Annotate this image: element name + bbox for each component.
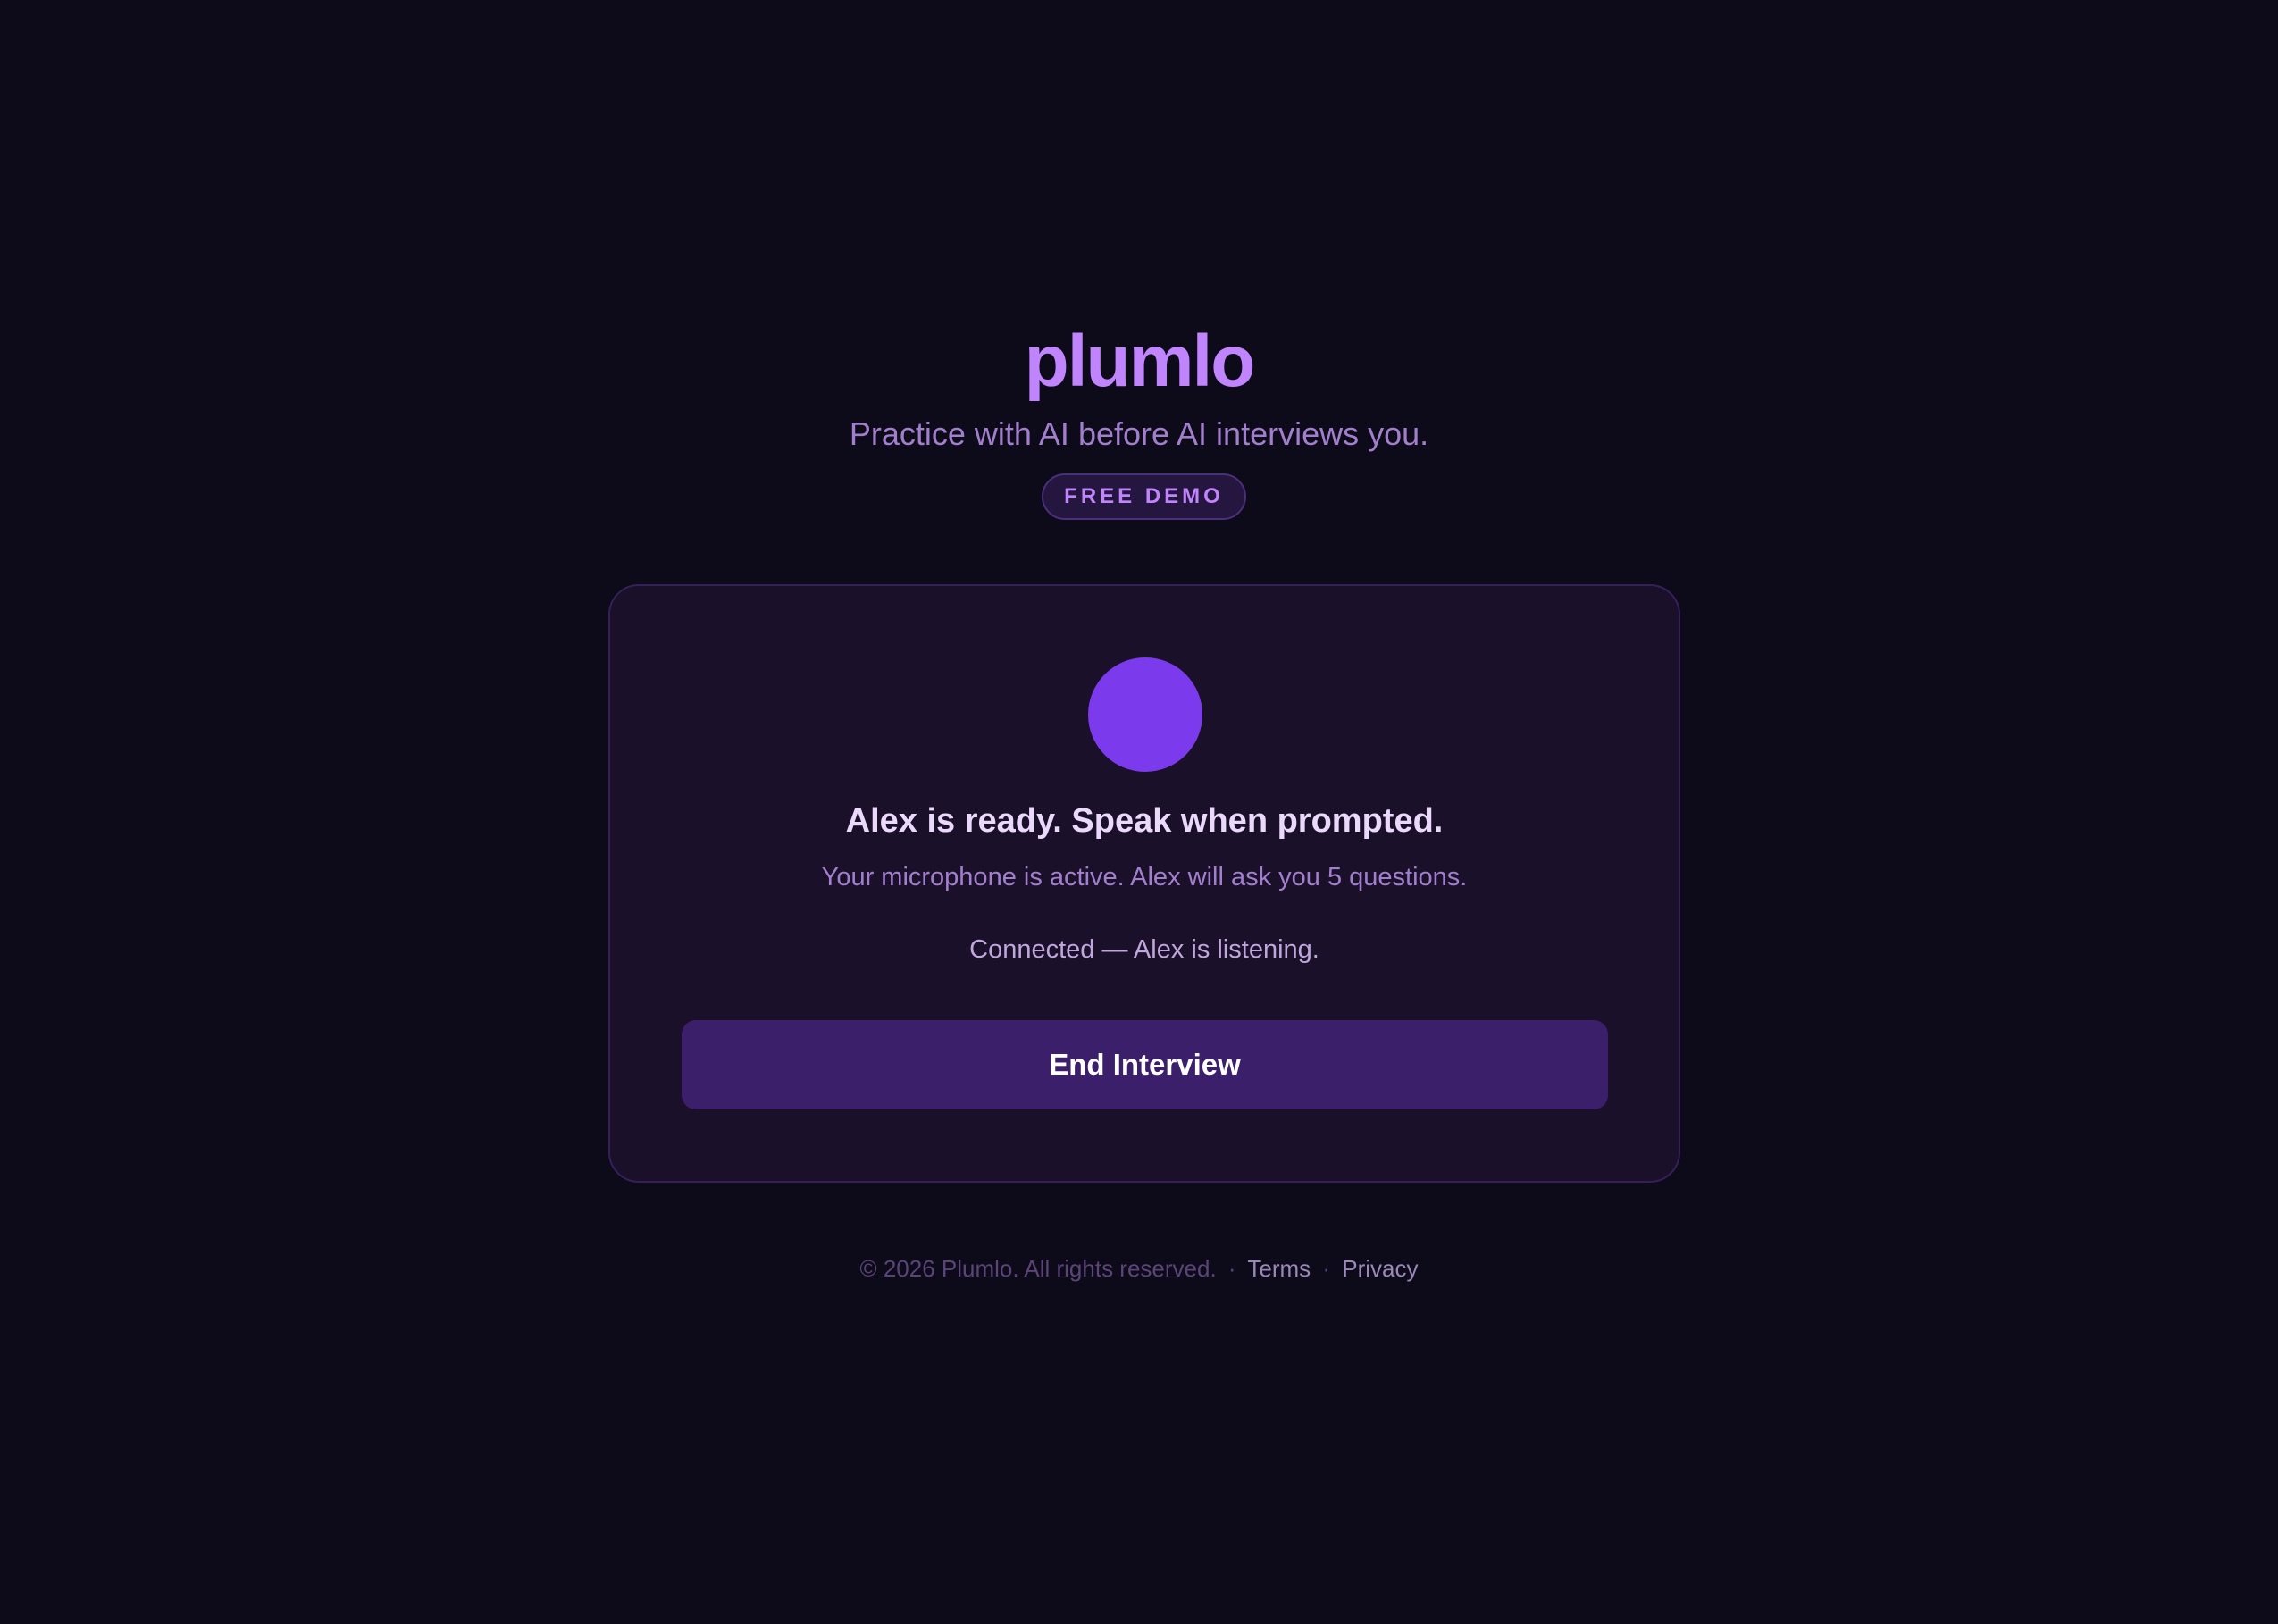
footer-separator: · (1227, 1255, 1236, 1282)
brand-logo: plumlo (1024, 321, 1256, 402)
card-title: Alex is ready. Speak when prompted. (845, 802, 1444, 840)
footer-separator: · (1322, 1255, 1331, 1282)
footer: © 2026 Plumlo. All rights reserved. · Te… (0, 1251, 2278, 1286)
card-subtitle: Your microphone is active. Alex will ask… (821, 863, 1468, 892)
tagline: Practice with AI before AI interviews yo… (849, 415, 1429, 452)
terms-link[interactable]: Terms (1247, 1255, 1311, 1282)
interview-card: Alex is ready. Speak when prompted. Your… (608, 584, 1680, 1183)
end-interview-button[interactable]: End Interview (682, 1020, 1608, 1109)
agent-avatar (1088, 657, 1202, 772)
connection-status: Connected — Alex is listening. (969, 935, 1319, 964)
page: plumlo Practice with AI before AI interv… (0, 0, 2278, 1624)
copyright-text: © 2026 Plumlo. All rights reserved. (859, 1255, 1217, 1282)
free-demo-badge: FREE DEMO (1042, 473, 1246, 520)
privacy-link[interactable]: Privacy (1342, 1255, 1418, 1282)
